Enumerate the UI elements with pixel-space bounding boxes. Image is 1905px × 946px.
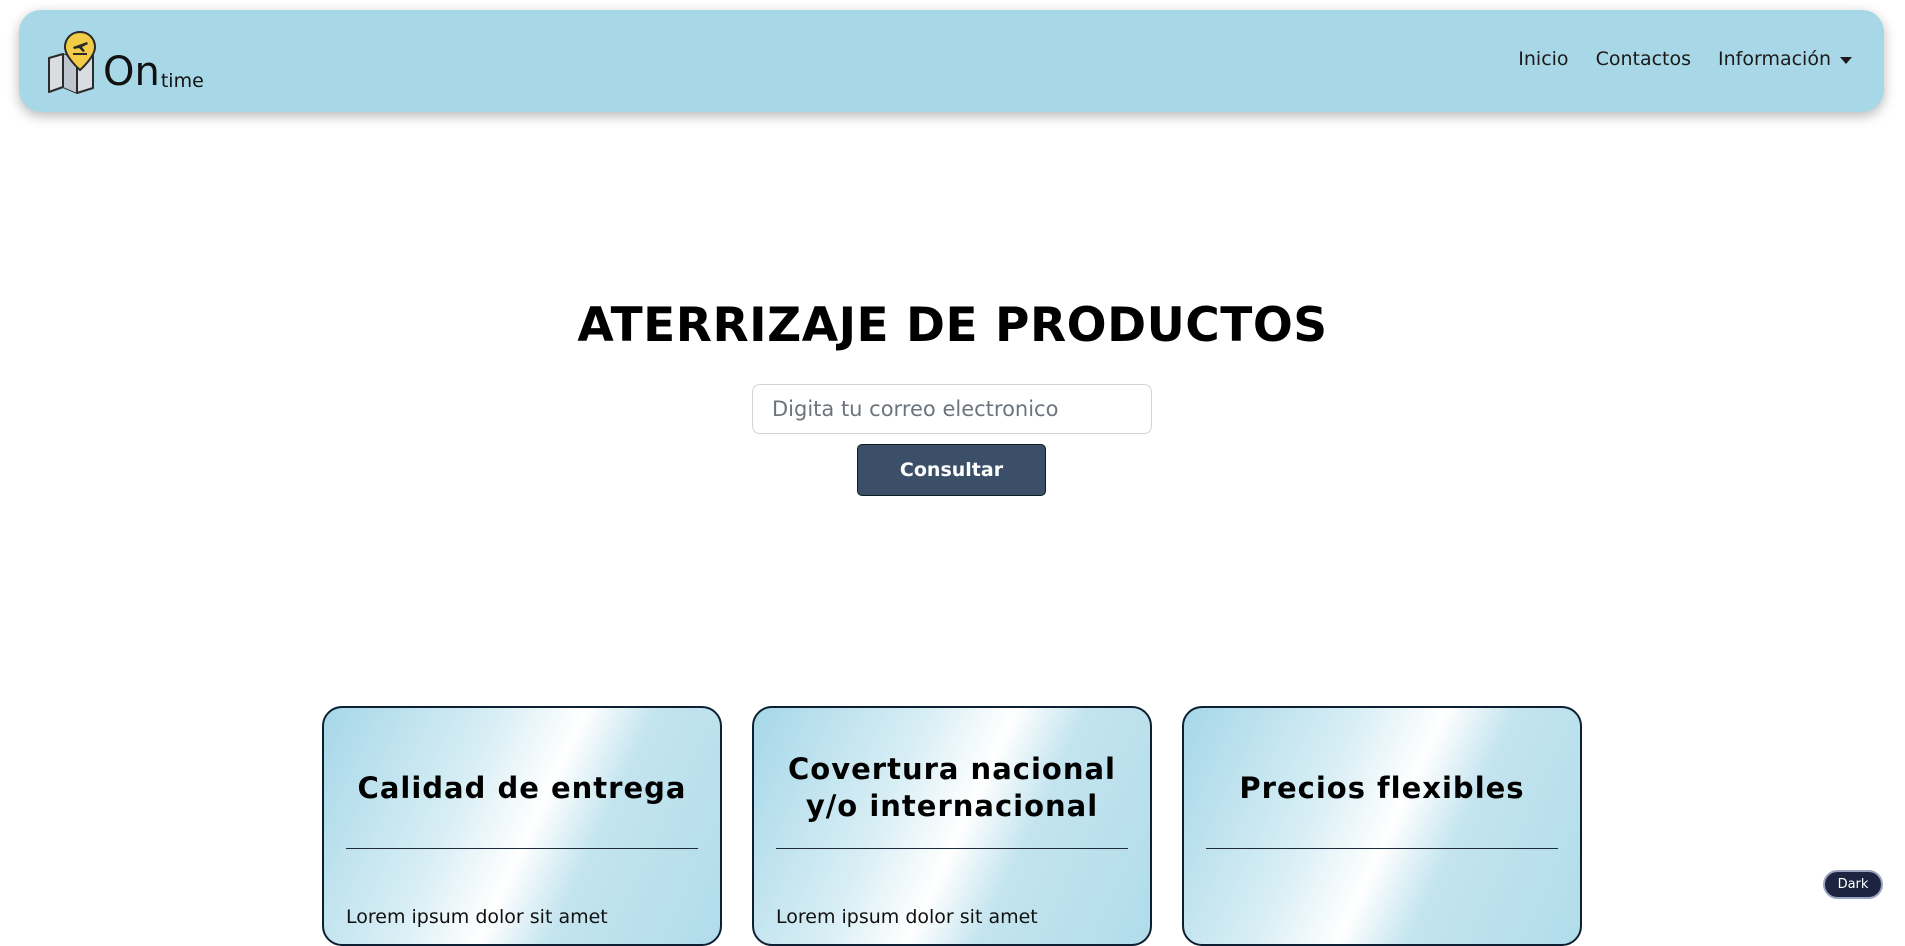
nav-dropdown-label: Información xyxy=(1718,48,1831,70)
card-title: Covertura nacional y/o internacional xyxy=(788,752,1116,823)
feature-card: Precios flexibles xyxy=(1182,706,1582,946)
brand-name-sub: time xyxy=(160,70,204,92)
brand-logo-link[interactable]: On time xyxy=(47,24,204,100)
card-text: Lorem ipsum dolor sit amet xyxy=(776,906,1038,928)
nav-link-contactos[interactable]: Contactos xyxy=(1596,48,1691,70)
card-text: Lorem ipsum dolor sit amet xyxy=(346,906,608,928)
map-pin-plane-icon xyxy=(47,30,97,96)
card-title: Precios flexibles xyxy=(1239,770,1525,805)
card-divider xyxy=(776,848,1128,849)
nav-dropdown-informacion[interactable]: Información xyxy=(1718,48,1852,70)
card-divider xyxy=(346,848,698,849)
navbar: On time Inicio Contactos Información xyxy=(19,10,1884,112)
consult-button[interactable]: Consultar xyxy=(857,444,1046,496)
dark-mode-toggle[interactable]: Dark xyxy=(1823,870,1883,899)
feature-card: Calidad de entrega Lorem ipsum dolor sit… xyxy=(322,706,722,946)
page-title: ATERRIZAJE DE PRODUCTOS xyxy=(577,298,1328,353)
card-divider xyxy=(1206,848,1558,849)
feature-card: Covertura nacional y/o internacional Lor… xyxy=(752,706,1152,946)
card-title: Calidad de entrega xyxy=(357,770,687,805)
email-input[interactable] xyxy=(752,384,1152,434)
brand-name-main: On xyxy=(103,49,160,95)
nav-link-inicio[interactable]: Inicio xyxy=(1518,48,1568,70)
nav-menu: Inicio Contactos Información xyxy=(1518,48,1852,70)
caret-down-icon xyxy=(1840,56,1852,64)
brand-name: On time xyxy=(103,52,204,92)
